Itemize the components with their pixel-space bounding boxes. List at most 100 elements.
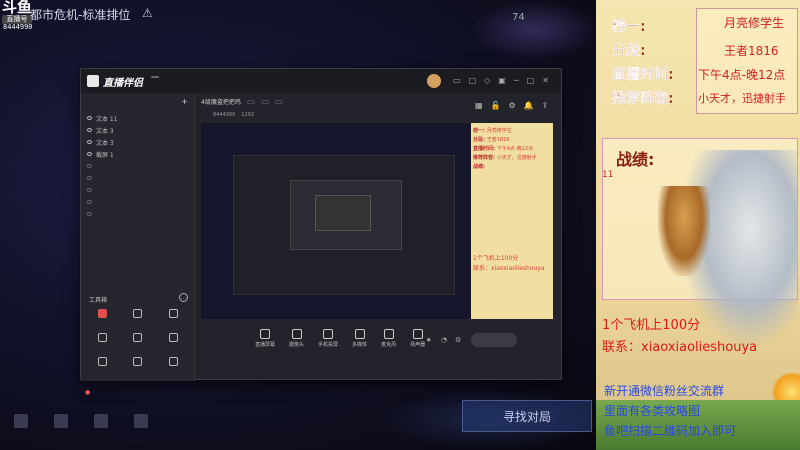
stream-preview[interactable]: 榜一: 月亮修学生 分段: 王者1816 直播时间: 下午4点-晚12点 推荐阵… (201, 123, 553, 319)
record-icon[interactable]: ⏺ (427, 336, 431, 345)
find-match-button[interactable]: 寻找对局 (462, 400, 592, 432)
ping-value: 74 (512, 12, 525, 23)
microphone-button[interactable]: 麦克风 (381, 329, 396, 348)
eye-icon[interactable] (87, 188, 92, 192)
toolbar-icons: ▦ 🔓 ⚙ 🔔 ⇪ (475, 101, 548, 110)
bell-icon[interactable]: 🔔 (524, 101, 534, 110)
tool-button[interactable] (85, 333, 120, 353)
tool-icon (133, 333, 143, 342)
preview-info-overlay: 榜一: 月亮修学生 分段: 王者1816 直播时间: 下午4点-晚12点 推荐阵… (471, 123, 553, 319)
close-icon[interactable]: ✕ (542, 76, 549, 85)
source-item[interactable]: 文本 3 (81, 136, 194, 148)
scene-tabs: + (81, 93, 194, 110)
tool-button[interactable] (120, 357, 155, 377)
tool-button[interactable] (120, 333, 155, 353)
tool-button[interactable] (156, 357, 191, 377)
add-scene-button[interactable]: + (181, 97, 188, 106)
stream-info-panel: 榜一: 月亮修学生 分段: 王者1816 直播时间: 下午4点-晚12点 推荐阵… (596, 0, 800, 450)
preview-record-label: 战绩: (473, 164, 485, 170)
toolbox-label: 工具箱 (89, 297, 108, 304)
monitor-icon (260, 329, 270, 339)
game-bottom-icon[interactable] (124, 414, 158, 430)
stream-time-label: 直播时间: (612, 67, 674, 83)
window-icon[interactable]: ◇ (484, 76, 490, 85)
source-item[interactable]: 文本 11 (81, 112, 194, 124)
preview-overlay-row: 分段: 王者1816 (473, 137, 510, 143)
tool-button[interactable] (156, 309, 191, 329)
source-item[interactable]: 文本 3 (81, 124, 194, 136)
room-number: 8444990 (3, 23, 33, 31)
bg-glow (470, 0, 596, 60)
start-live-button[interactable] (471, 333, 517, 347)
app-title: 直播伴侣 (103, 78, 143, 89)
promo-line: 1个飞机上100分 (602, 318, 701, 333)
stream-time-value: 下午4点-晚12点 (698, 68, 786, 82)
hint-bar[interactable]: ● (85, 389, 90, 396)
category-chip[interactable] (260, 99, 269, 104)
window-icon[interactable]: ▭ (453, 76, 461, 85)
tool-button[interactable] (156, 333, 191, 353)
preview-nested-window (233, 155, 455, 295)
source-item[interactable] (81, 196, 194, 208)
contact-line: 联系：xiaoxiaolieshouya (602, 340, 758, 355)
settings-icon[interactable]: ⚙ (509, 101, 516, 110)
source-item[interactable]: 截屏 1 (81, 148, 194, 160)
lock-icon[interactable]: 🔓 (491, 101, 501, 110)
window-icon[interactable]: ▣ (498, 76, 506, 85)
app-titlebar: 直播伴侣 ▭ ▢ ◇ ▣ ─ □ ✕ (81, 69, 561, 93)
preview-nested-window (315, 195, 371, 231)
window-icon[interactable]: ▢ (469, 76, 477, 85)
game-bottom-icon[interactable] (4, 414, 38, 430)
stream-info-row: 4级魔盗把把鸡 (201, 97, 283, 106)
media-button[interactable]: 多媒体 (352, 329, 367, 348)
eye-icon[interactable] (87, 128, 92, 132)
share-icon[interactable]: ⇪ (542, 101, 549, 110)
stat-room-number: 8444990 (213, 112, 236, 118)
eye-icon[interactable] (87, 116, 92, 120)
tool-icon (98, 333, 108, 342)
gear-icon[interactable]: ⚙ (455, 336, 461, 344)
tool-icon (168, 333, 178, 342)
layout-icon[interactable]: ▦ (475, 101, 483, 110)
more-icon[interactable]: … (179, 293, 188, 302)
eye-icon[interactable] (87, 200, 92, 204)
camera-icon (291, 329, 302, 339)
eye-icon[interactable] (87, 140, 92, 144)
tool-button[interactable] (85, 309, 120, 329)
phone-cast-button[interactable]: 手机投屏 (318, 329, 338, 348)
camera-button[interactable]: 摄像头 (289, 329, 304, 348)
clock-icon[interactable]: ◔ (441, 336, 447, 344)
game-bottom-icon[interactable] (84, 414, 118, 430)
app-badge[interactable] (151, 76, 159, 78)
tool-icon (98, 357, 108, 366)
streaming-app-window: 直播伴侣 ▭ ▢ ◇ ▣ ─ □ ✕ + 文本 11 文本 3 文本 3 截屏 1 工… (80, 68, 562, 396)
minimize-icon[interactable]: ─ (514, 76, 519, 85)
eye-icon[interactable] (87, 152, 92, 156)
rank1-value: 月亮修学生 (724, 16, 785, 30)
media-icon (354, 329, 365, 339)
eye-icon[interactable] (87, 164, 92, 168)
avatar[interactable] (427, 74, 441, 88)
tool-button[interactable] (85, 357, 120, 377)
source-item[interactable] (81, 172, 194, 184)
game-bottom-icon[interactable] (44, 414, 78, 430)
source-label: 文本 3 (96, 139, 114, 147)
source-controls: 直播屏幕 摄像头 手机投屏 多媒体 麦克风 扬声器 (255, 329, 425, 348)
speaker-button[interactable]: 扬声器 (410, 329, 425, 348)
preview-promo-line: 1个飞机上100分 (473, 255, 519, 262)
edit-title-button[interactable] (246, 99, 255, 104)
preview-overlay-row: 推荐阵容: 小天才，迅捷射手 (473, 155, 537, 161)
entry-effect-chip[interactable] (274, 99, 283, 104)
source-item[interactable] (81, 208, 194, 220)
maximize-icon[interactable]: □ (527, 76, 535, 85)
source-label: 截屏 1 (96, 151, 114, 159)
screen-capture-button[interactable]: 直播屏幕 (255, 329, 275, 348)
eye-icon[interactable] (87, 212, 92, 216)
tool-icon (133, 357, 143, 366)
game-bottom-bar (4, 414, 158, 430)
preview-game-capture (201, 123, 471, 319)
eye-icon[interactable] (87, 176, 92, 180)
source-item[interactable] (81, 184, 194, 196)
source-item[interactable] (81, 160, 194, 172)
tool-button[interactable] (120, 309, 155, 329)
